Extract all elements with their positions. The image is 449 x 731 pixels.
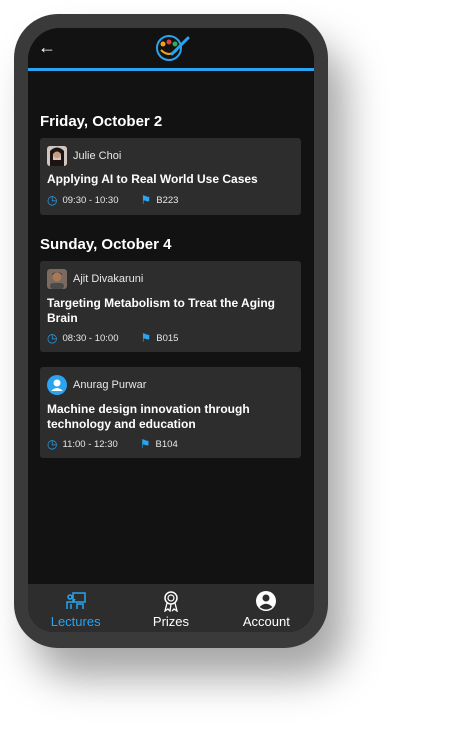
tab-prizes[interactable]: Prizes bbox=[123, 584, 218, 632]
day-heading: Friday, October 2 bbox=[40, 113, 163, 130]
avatar bbox=[47, 269, 67, 289]
lecture-card[interactable]: Julie Choi Applying AI to Real World Use… bbox=[40, 138, 301, 215]
lecture-meta: ◷ 11:00 - 12:30 ⚑ B104 bbox=[47, 438, 178, 450]
tab-account[interactable]: Account bbox=[219, 584, 314, 632]
award-icon bbox=[164, 591, 178, 612]
avatar bbox=[47, 146, 67, 166]
clock-icon: ◷ bbox=[47, 437, 58, 451]
map-pin-icon: ⚑ bbox=[140, 331, 152, 345]
app-bar: ← bbox=[28, 28, 314, 71]
lecture-title: Applying AI to Real World Use Cases bbox=[47, 172, 258, 186]
lecture-icon bbox=[65, 592, 86, 609]
lecture-time: 09:30 - 10:30 bbox=[62, 194, 119, 206]
map-pin-icon: ⚑ bbox=[140, 193, 152, 207]
speaker-name: Anurag Purwar bbox=[73, 379, 147, 391]
lecture-meta: ◷ 08:30 - 10:00 ⚑ B015 bbox=[47, 332, 178, 344]
lecture-card[interactable]: Ajit Divakaruni Targeting Metabolism to … bbox=[40, 261, 301, 352]
location: ⚑ B223 bbox=[140, 194, 178, 206]
location: ⚑ B015 bbox=[140, 332, 178, 344]
map-pin-icon: ⚑ bbox=[139, 437, 151, 451]
tab-label: Account bbox=[242, 614, 290, 629]
speaker-name: Julie Choi bbox=[73, 150, 122, 162]
speaker: Anurag Purwar bbox=[47, 375, 146, 395]
speaker-name: Ajit Divakaruni bbox=[73, 273, 144, 285]
speaker: Ajit Divakaruni bbox=[47, 269, 143, 289]
lecture-card[interactable]: Anurag Purwar Machine design innovation … bbox=[40, 367, 301, 458]
account-icon bbox=[256, 591, 277, 611]
lecture-meta: ◷ 09:30 - 10:30 ⚑ B223 bbox=[47, 194, 178, 206]
lecture-room: B223 bbox=[156, 194, 179, 206]
default-user-icon bbox=[47, 375, 67, 395]
lecture-room: B015 bbox=[156, 332, 179, 344]
clock-icon: ◷ bbox=[47, 331, 58, 345]
lecture-time: 11:00 - 12:30 bbox=[62, 438, 118, 450]
location: ⚑ B104 bbox=[140, 438, 178, 450]
hands-check-logo bbox=[156, 35, 190, 61]
lecture-title: Machine design innovation through techno… bbox=[47, 402, 250, 431]
tab-label: Lectures bbox=[50, 614, 101, 629]
day-heading: Sunday, October 4 bbox=[40, 236, 172, 253]
lecture-time: 08:30 - 10:00 bbox=[62, 332, 119, 344]
tab-lectures[interactable]: Lectures bbox=[28, 584, 123, 632]
bottom-navigation: Lectures Prizes Account bbox=[28, 584, 314, 632]
lecture-room: B104 bbox=[155, 438, 178, 450]
tab-label: Prizes bbox=[152, 614, 190, 629]
arrow-left-icon[interactable]: ← bbox=[38, 38, 56, 56]
lecture-title: Targeting Metabolism to Treat the Aging … bbox=[47, 296, 276, 325]
app-screen: ← Friday, October 2 Julie Choi Applying … bbox=[28, 28, 314, 632]
clock-icon: ◷ bbox=[47, 193, 58, 207]
speaker: Julie Choi bbox=[47, 146, 121, 166]
